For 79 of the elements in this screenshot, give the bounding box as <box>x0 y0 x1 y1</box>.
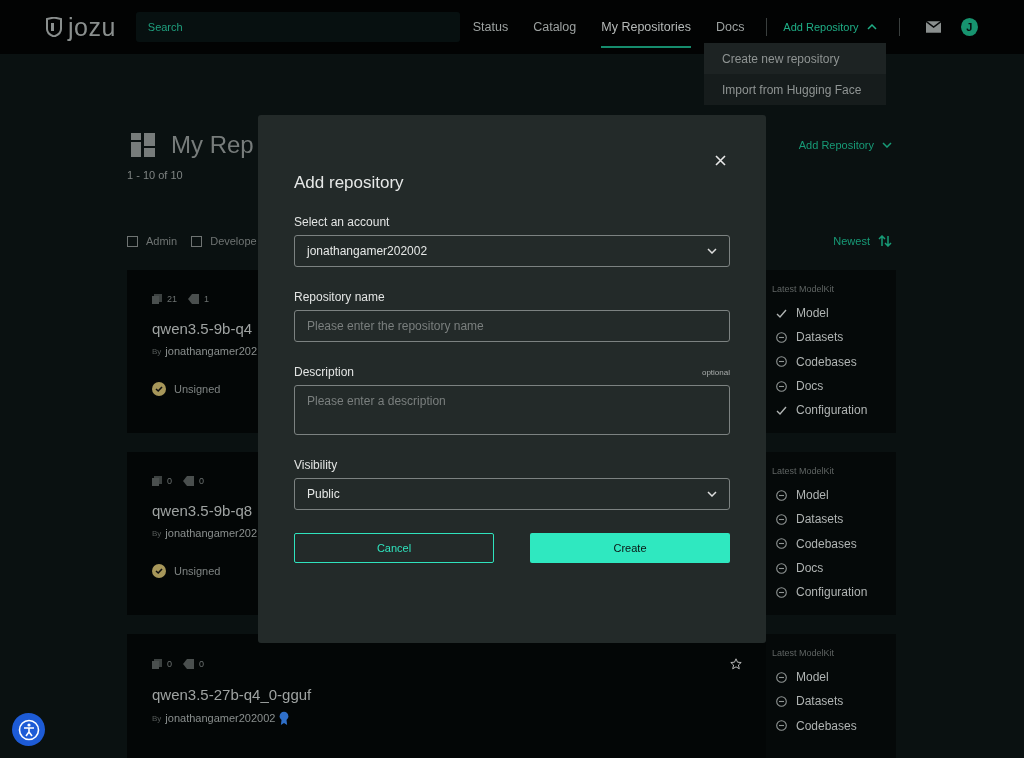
create-button[interactable]: Create <box>530 533 730 563</box>
modelkit-item: Model <box>796 670 829 685</box>
result-count: 1 - 10 of 10 <box>127 169 184 181</box>
by-label: By <box>152 713 162 723</box>
modelkit-item: Docs <box>796 561 824 576</box>
modelkit-item: Datasets <box>796 694 844 709</box>
field-label: Description <box>294 365 355 379</box>
tag-count: 0 <box>199 476 205 486</box>
search-field[interactable]: Search <box>135 12 460 42</box>
modelkit-item: Model <box>796 306 829 321</box>
tag-count: 0 <box>199 659 205 669</box>
by-label: By <box>152 346 162 356</box>
author-name[interactable]: jonathangamer202 <box>165 345 258 357</box>
modelkit-item: Docs <box>796 379 824 394</box>
modelkit-item: Codebases <box>796 354 857 369</box>
modelkit-item: Datasets <box>796 330 844 345</box>
caret-icon <box>882 142 892 148</box>
field-label: Select an account <box>294 215 390 229</box>
modelkit-item: Model <box>796 488 829 503</box>
file-count: 21 <box>167 294 177 304</box>
modelkit-item: Codebases <box>796 536 857 551</box>
logo-text[interactable]: jozu <box>68 12 116 42</box>
dialog-title: Add repository <box>294 173 404 193</box>
field-label: Repository name <box>294 290 385 304</box>
modelkit-item: Configuration <box>796 585 868 600</box>
files-icon <box>152 659 162 669</box>
files-icon <box>152 294 162 304</box>
file-count: 0 <box>167 476 172 486</box>
modelkit-item: Codebases <box>796 718 857 733</box>
avatar[interactable]: J <box>960 18 978 36</box>
caret-icon <box>866 24 877 30</box>
sort-button[interactable]: Newest <box>833 235 896 247</box>
shield-logo-icon <box>46 17 62 37</box>
select-field[interactable]: Public <box>294 478 730 510</box>
repository-name-field[interactable]: Please enter the repository name <box>294 310 730 342</box>
file-count: 0 <box>167 659 172 669</box>
author-name[interactable]: jonathangamer202 <box>165 527 258 539</box>
nav-link[interactable]: My Repositories <box>601 6 691 48</box>
page-title: My Rep <box>171 131 254 159</box>
tag-icon <box>183 659 194 669</box>
modelkit-title: Latest ModelKit <box>772 466 836 476</box>
nav-link[interactable]: Status <box>472 6 509 48</box>
tag-icon <box>183 476 194 486</box>
check-badge-icon <box>152 382 166 396</box>
modelkit-item: Configuration <box>796 403 868 418</box>
accessibility-button[interactable] <box>12 713 45 746</box>
author-name[interactable]: jonathangamer202002 <box>165 712 276 724</box>
filter-checkbox[interactable]: Develope <box>191 235 257 247</box>
modelkit-title: Latest ModelKit <box>772 648 836 658</box>
description-field[interactable]: Please enter a description <box>294 385 730 435</box>
by-label: By <box>152 528 162 538</box>
optional-note: optional <box>701 367 730 377</box>
chevron-down-icon <box>707 248 717 254</box>
nav-link[interactable]: Catalog <box>533 6 577 48</box>
sort-icon <box>878 235 892 247</box>
repository-card[interactable]: 0 0 qwen3.5-27b-q4_0-gguf By jonathangamer202002 Latest ModelKit Model Datasets Codebases <box>127 634 896 758</box>
mail-icon[interactable] <box>925 21 941 33</box>
tag-icon <box>188 294 199 304</box>
signature-status: Unsigned <box>174 383 221 395</box>
filter-checkbox[interactable]: Admin <box>127 235 178 247</box>
star-icon[interactable] <box>730 658 742 670</box>
select-field[interactable]: jonathangamer202002 <box>294 235 730 267</box>
field-label: Visibility <box>294 458 338 472</box>
menu-item[interactable]: Create new repository <box>704 43 886 74</box>
chevron-down-icon <box>707 491 717 497</box>
close-icon[interactable] <box>715 155 726 166</box>
accessibility-icon <box>17 718 40 741</box>
files-icon <box>152 476 162 486</box>
dashboard-icon <box>131 133 155 157</box>
signature-status: Unsigned <box>174 565 221 577</box>
modelkit-item: Datasets <box>796 512 844 527</box>
modelkit-title: Latest ModelKit <box>772 284 836 294</box>
menu-item[interactable]: Import from Hugging Face <box>704 74 886 105</box>
tag-count: 1 <box>204 294 210 304</box>
check-badge-icon <box>152 564 166 578</box>
add-repository-button[interactable]: Add Repository <box>798 139 896 151</box>
repository-name[interactable]: qwen3.5-27b-q4_0-gguf <box>152 686 742 703</box>
add-repository-menu[interactable]: Add Repository <box>783 21 877 33</box>
cancel-button[interactable]: Cancel <box>294 533 494 563</box>
